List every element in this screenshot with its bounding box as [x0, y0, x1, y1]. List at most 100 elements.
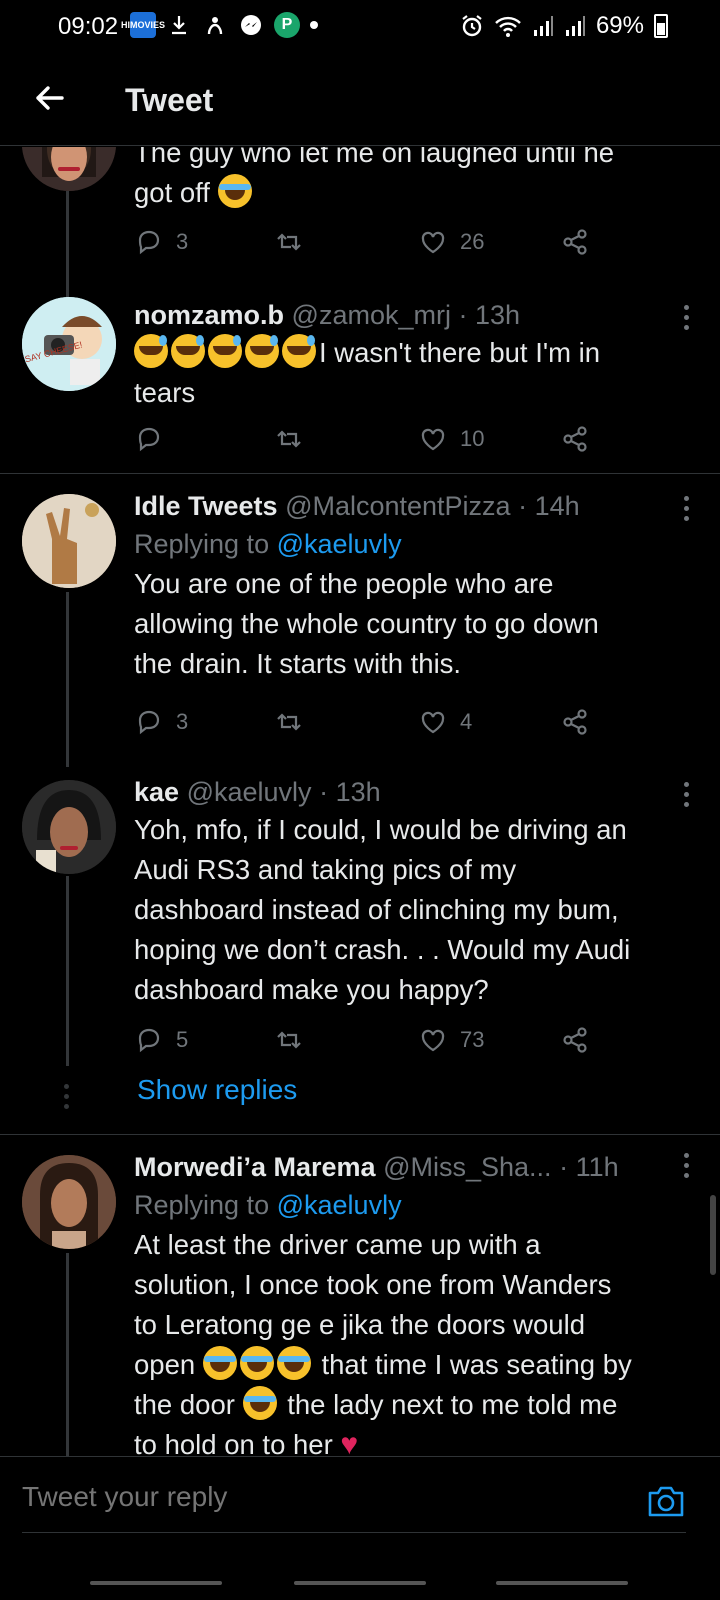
- page-title: Tweet: [125, 82, 214, 118]
- like-button[interactable]: 73: [418, 1020, 484, 1060]
- sweat-smile-emoji: [134, 334, 168, 368]
- retweet-icon: [277, 233, 301, 251]
- battery-level: 69%: [595, 12, 644, 39]
- reply-count: 3: [176, 229, 189, 254]
- tweet-text-span: the lady next to me told me: [287, 1389, 618, 1420]
- show-replies-link[interactable]: Show replies: [137, 1074, 297, 1106]
- tweet-text-line: open that time I was seating by: [134, 1345, 700, 1385]
- avatar[interactable]: SAY CHEESE!: [22, 297, 116, 391]
- retweet-icon: [277, 1031, 301, 1049]
- author-name[interactable]: kae: [134, 777, 179, 807]
- reply-icon: [138, 230, 160, 255]
- like-button[interactable]: 26: [418, 222, 484, 262]
- tweet-actions: 10: [134, 419, 604, 459]
- like-count: 26: [460, 229, 485, 254]
- tweet-header: nomzamo.b @zamok_mrj · 13h: [134, 297, 700, 333]
- tweet-text-span: that time I was seating by: [321, 1349, 632, 1380]
- share-button[interactable]: [560, 222, 590, 262]
- author-name[interactable]: Idle Tweets: [134, 491, 278, 521]
- more-options-icon[interactable]: [682, 782, 690, 810]
- scrollbar-thumb[interactable]: [710, 1195, 716, 1275]
- tweet-text-line: the drain. It starts with this.: [134, 648, 462, 679]
- reply-button[interactable]: 5: [134, 1020, 188, 1060]
- share-button[interactable]: [560, 1020, 590, 1060]
- sweat-smile-emoji: [208, 334, 242, 368]
- like-button[interactable]: 4: [418, 702, 472, 742]
- more-options-icon[interactable]: [682, 305, 690, 333]
- tweet-text-line: dashboard instead of clinching my bum,: [134, 894, 619, 925]
- replying-handle-link[interactable]: @kaeluvly: [277, 1190, 402, 1220]
- reply-icon: [138, 710, 160, 735]
- tweet-item[interactable]: kae @kaeluvly · 13h Yoh, mfo, if I could…: [0, 764, 720, 1134]
- author-name[interactable]: Morwedi’a Marema: [134, 1152, 376, 1182]
- tweet-text-line: You are one of the people who are: [134, 568, 554, 599]
- avatar[interactable]: [22, 1155, 116, 1249]
- share-button[interactable]: [560, 702, 590, 742]
- sweat-smile-emoji: [282, 334, 316, 368]
- author-handle[interactable]: @MalcontentPizza: [285, 491, 511, 521]
- avatar[interactable]: [22, 147, 116, 191]
- tweet-feed[interactable]: The guy who let me on laughed until he g…: [0, 147, 720, 1485]
- tweet-text: At least the driver came up with a solut…: [134, 1225, 700, 1465]
- author-handle[interactable]: @zamok_mrj: [292, 300, 451, 330]
- tweet-item[interactable]: Morwedi’a Marema @Miss_Sha... · 11h Repl…: [0, 1135, 720, 1485]
- like-count: 73: [460, 1027, 485, 1052]
- battery-icon: [654, 14, 668, 38]
- replying-to: Replying to @kaeluvly: [134, 524, 700, 564]
- tweet-text: The guy who let me on laughed until he g…: [134, 147, 700, 213]
- alarm-icon: [462, 15, 482, 37]
- avatar[interactable]: [22, 780, 116, 874]
- nav-home-bar[interactable]: [294, 1581, 426, 1585]
- sweat-smile-emoji: [245, 334, 279, 368]
- status-bar: 09:02 HIMOVIES P 69%: [0, 0, 720, 56]
- retweet-button[interactable]: [274, 1020, 304, 1060]
- share-button[interactable]: [560, 419, 590, 459]
- p-app-icon: P: [274, 12, 300, 38]
- tweet-time: 14h: [534, 491, 580, 521]
- nav-back-bar[interactable]: [496, 1581, 628, 1585]
- replying-prefix: Replying to: [134, 529, 270, 559]
- tweet-text-line: At least the driver came up with a: [134, 1229, 541, 1260]
- tweet-item[interactable]: Idle Tweets @MalcontentPizza · 14h Reply…: [0, 474, 720, 767]
- tweet-text-line: dashboard make you happy?: [134, 974, 489, 1005]
- signal-icon: [533, 16, 553, 36]
- reply-button[interactable]: [134, 419, 176, 459]
- retweet-button[interactable]: [274, 419, 304, 459]
- joy-emoji: [276, 1346, 311, 1380]
- back-arrow-icon[interactable]: [28, 76, 72, 120]
- tweet-text-line: allowing the whole country to go down: [134, 608, 599, 639]
- tweet-item[interactable]: The guy who let me on laughed until he g…: [0, 147, 720, 301]
- tweet-header: Morwedi’a Marema @Miss_Sha... · 11h: [134, 1149, 700, 1185]
- author-handle[interactable]: @kaeluvly: [187, 777, 312, 807]
- nav-recents-bar[interactable]: [90, 1581, 222, 1585]
- camera-icon[interactable]: [646, 1481, 686, 1521]
- more-options-icon[interactable]: [682, 496, 690, 524]
- like-button[interactable]: 10: [418, 419, 484, 459]
- retweet-icon: [277, 430, 301, 448]
- tweet-text-line: solution, I once took one from Wanders: [134, 1269, 612, 1300]
- heart-icon: [421, 428, 445, 451]
- share-icon: [563, 1027, 587, 1053]
- retweet-button[interactable]: [274, 702, 304, 742]
- thread-line: [66, 191, 69, 301]
- retweet-button[interactable]: [274, 222, 304, 262]
- tweet-text-line: hoping we don’t crash. . . Would my Audi: [134, 934, 631, 965]
- tweet-time: 13h: [335, 777, 381, 807]
- more-options-icon[interactable]: [682, 1153, 690, 1181]
- reply-input[interactable]: [22, 1481, 522, 1513]
- author-name[interactable]: nomzamo.b: [134, 300, 284, 330]
- author-handle[interactable]: @Miss_Sha...: [383, 1152, 551, 1182]
- reply-button[interactable]: 3: [134, 222, 188, 262]
- replying-handle-link[interactable]: @kaeluvly: [277, 529, 402, 559]
- tweet-text-line: got off: [134, 173, 700, 213]
- avatar[interactable]: [22, 494, 116, 588]
- separator: ·: [559, 1152, 569, 1182]
- tweet-text-span: I wasn't there but I'm in: [319, 337, 601, 368]
- tweet-item[interactable]: SAY CHEESE! nomzamo.b @zamok_mrj · 13h I…: [0, 287, 720, 472]
- tweet-time: 11h: [575, 1152, 619, 1182]
- tweet-text: Yoh, mfo, if I could, I would be driving…: [134, 810, 700, 1010]
- dot-icon: [310, 21, 318, 29]
- reply-button[interactable]: 3: [134, 702, 188, 742]
- tweet-actions: 3 4: [134, 702, 604, 742]
- system-nav-bar: [0, 1567, 720, 1600]
